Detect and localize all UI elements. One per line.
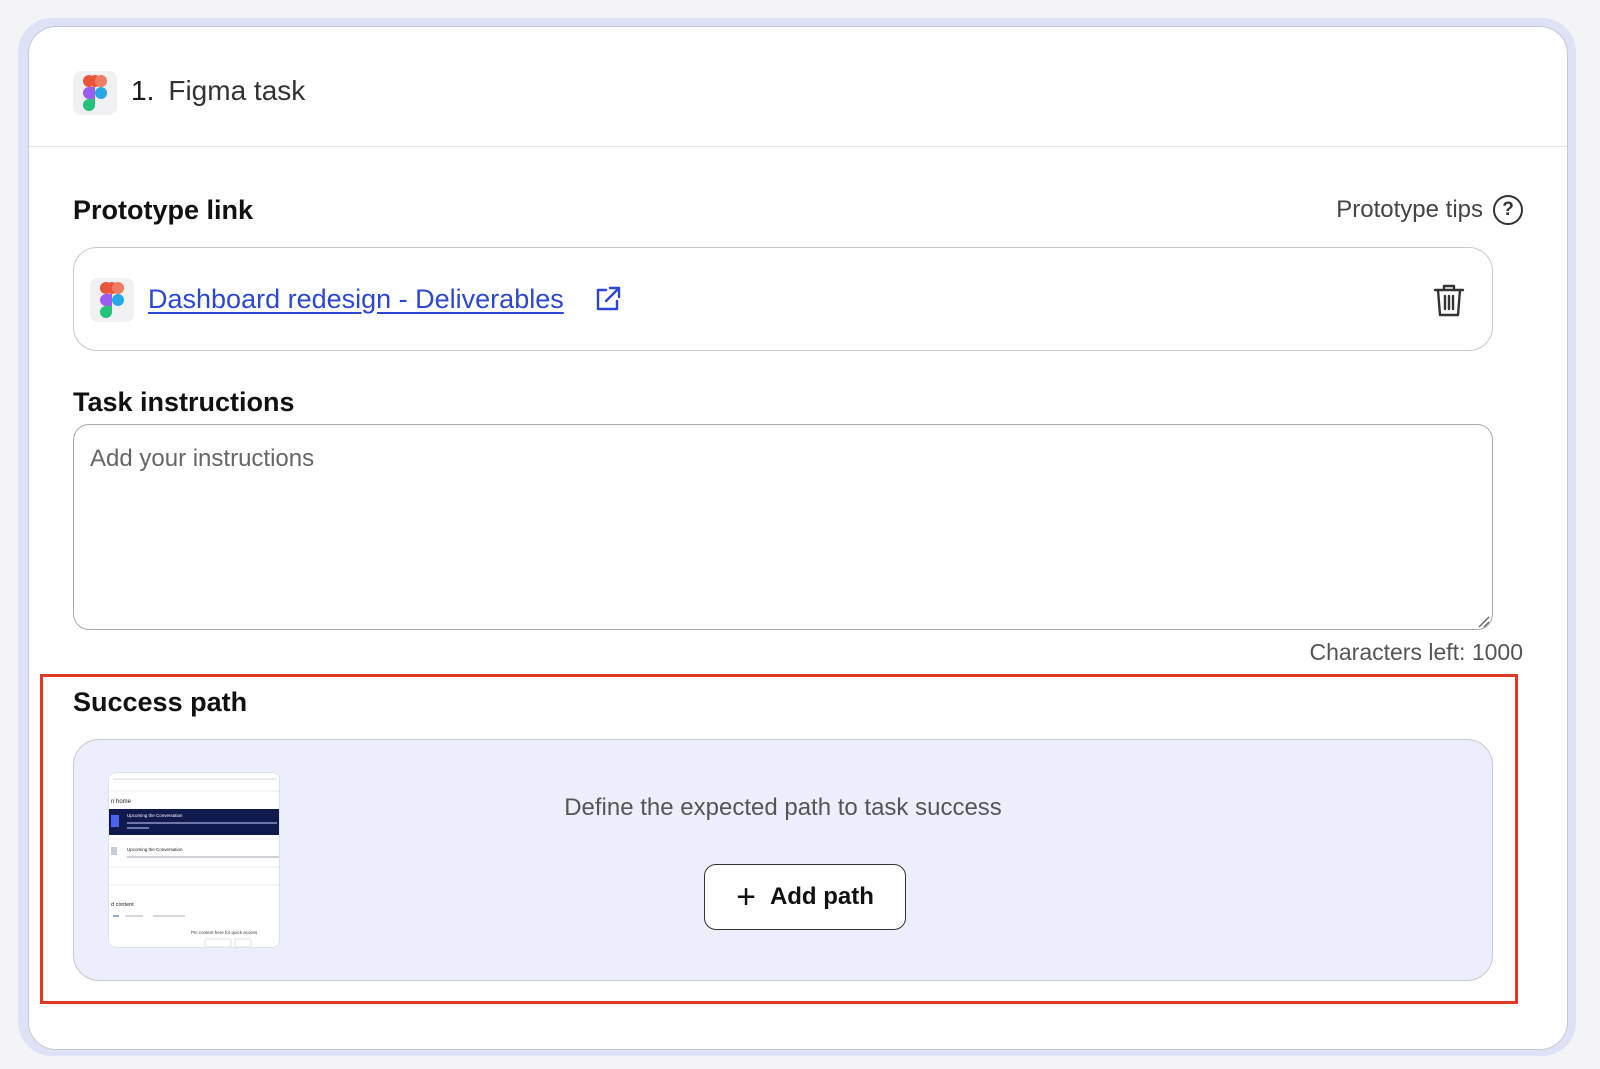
task-name: Figma task bbox=[168, 75, 306, 106]
figma-logo-icon bbox=[90, 278, 134, 322]
characters-left-counter: Characters left: 1000 bbox=[1309, 639, 1523, 665]
success-path-panel: n home Upcoming the Conversation Upcomin… bbox=[73, 739, 1493, 981]
external-link-icon[interactable] bbox=[594, 285, 622, 318]
success-path-description: Define the expected path to task success bbox=[564, 794, 1002, 821]
figma-logo-icon bbox=[73, 71, 117, 115]
thumbnail-pin-text: Pin content here for quick access bbox=[191, 930, 258, 935]
prototype-tips-link[interactable]: Prototype tips ? bbox=[1336, 195, 1523, 225]
thumbnail-section: d content bbox=[111, 902, 134, 908]
prototype-link-label: Prototype link bbox=[73, 195, 254, 225]
task-instructions-field[interactable] bbox=[73, 424, 1493, 630]
prototype-link-box: Dashboard redesign - Deliverables bbox=[73, 247, 1493, 351]
trash-icon[interactable] bbox=[1432, 282, 1466, 323]
figma-task-card: 1. Figma task Prototype link Prototype ti… bbox=[28, 26, 1568, 1050]
prototype-tips-label: Prototype tips bbox=[1336, 196, 1483, 223]
add-path-label: Add path bbox=[769, 883, 874, 910]
plus-icon: + bbox=[736, 878, 756, 916]
task-number: 1. bbox=[131, 75, 155, 106]
add-path-button[interactable]: + Add path bbox=[704, 864, 906, 930]
help-icon: ? bbox=[1493, 195, 1523, 225]
thumbnail-item2-title: Upcoming the Conversation bbox=[127, 847, 183, 852]
resize-grip-icon[interactable] bbox=[1478, 615, 1490, 633]
task-instructions-label: Task instructions bbox=[73, 387, 295, 417]
task-header: 1. Figma task bbox=[29, 27, 1567, 147]
task-title: 1. Figma task bbox=[131, 75, 305, 107]
prototype-link[interactable]: Dashboard redesign - Deliverables bbox=[148, 284, 564, 315]
success-path-label: Success path bbox=[73, 687, 248, 717]
